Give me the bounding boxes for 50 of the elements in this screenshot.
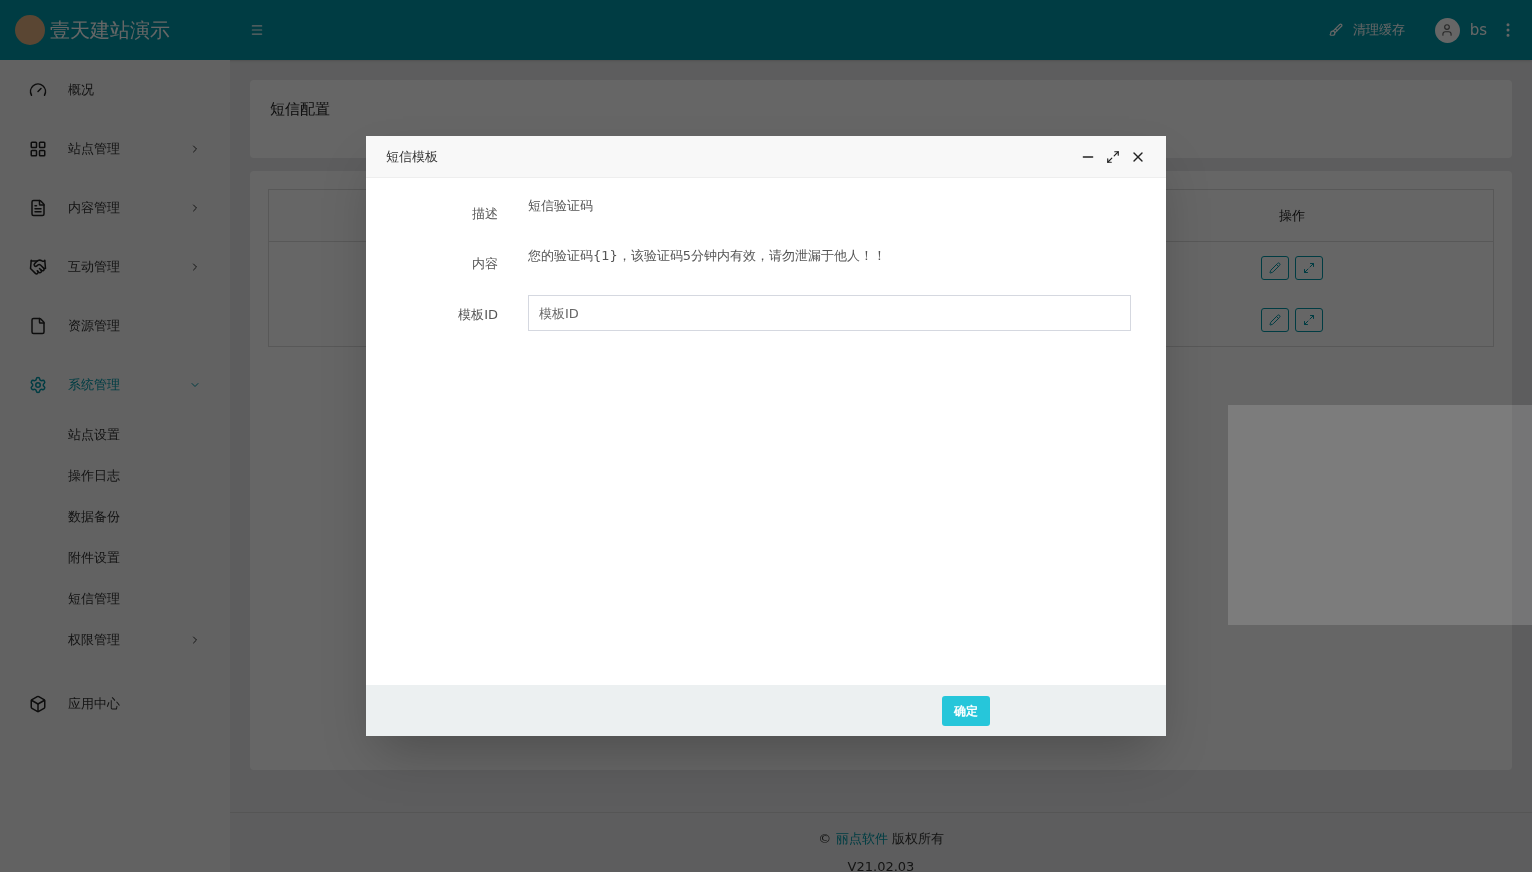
user-avatar[interactable]	[1434, 17, 1460, 43]
template-id-field[interactable]: 模板ID	[528, 295, 1131, 331]
sidebar-item[interactable]: 概况	[0, 60, 230, 119]
user-name[interactable]: bs	[1469, 18, 1487, 42]
sidebar-item[interactable]: 站点管理	[0, 119, 230, 178]
menu-item-icon	[29, 198, 47, 217]
menu-item-icon	[29, 316, 47, 335]
sidebar-item[interactable]: 内容管理	[0, 178, 230, 237]
maximize-icon[interactable]	[1106, 149, 1120, 164]
menu-item-icon	[29, 80, 47, 99]
sidebar-item[interactable]: 系统管理	[0, 355, 230, 414]
menu-icon[interactable]	[250, 23, 264, 37]
submenu-item[interactable]: 短信管理	[0, 578, 230, 619]
expand-arrows-icon	[1303, 314, 1315, 326]
sidebar-item[interactable]: 资源管理	[0, 296, 230, 355]
column-header: 操作	[1278, 206, 1306, 225]
field-value: 短信验证码	[528, 197, 593, 215]
copyright-text: © 丽点软件 版权所有	[818, 830, 944, 848]
edit-button[interactable]	[1261, 256, 1289, 280]
clear-cache-button[interactable]: 清理缓存	[1328, 20, 1405, 40]
submenu-item[interactable]: 数据备份	[0, 496, 230, 537]
fullscreen-button[interactable]	[1295, 308, 1323, 332]
submenu-item[interactable]: 操作日志	[0, 455, 230, 496]
edit-button[interactable]	[1261, 308, 1289, 332]
menu-item-icon	[29, 375, 47, 394]
menu-item-icon	[29, 139, 47, 158]
fullscreen-button[interactable]	[1295, 256, 1323, 280]
page-title: 短信配置	[270, 100, 330, 118]
field-label: 内容	[471, 254, 498, 273]
pencil-icon	[1269, 314, 1281, 326]
sidebar-item[interactable]: 互动管理	[0, 237, 230, 296]
expand-arrows-icon	[1303, 262, 1315, 274]
submenu-item[interactable]: 站点设置	[0, 414, 230, 455]
confirm-button[interactable]: 确定	[942, 695, 990, 726]
user-icon	[1440, 23, 1455, 37]
field-label: 模板ID	[457, 306, 498, 324]
version-text: V21.02.03	[847, 857, 915, 872]
menu-item-icon	[29, 694, 47, 713]
pencil-icon	[1269, 262, 1281, 274]
submenu-item[interactable]: 权限管理	[0, 619, 230, 660]
dialog-title: 短信模板	[386, 147, 439, 166]
sidebar-item[interactable]: 应用中心	[0, 674, 230, 733]
field-value: 您的验证码{1}，该验证码5分钟内有效，请勿泄漏于他人！！	[528, 246, 887, 265]
avatar-logo	[15, 15, 45, 45]
brush-icon	[1328, 23, 1343, 37]
field-label: 描述	[471, 205, 498, 223]
brand-title: 壹天建站演示	[50, 17, 171, 44]
menu-item-icon	[29, 257, 47, 276]
submenu-item[interactable]: 附件设置	[0, 537, 230, 578]
company-link[interactable]: 丽点软件	[835, 831, 888, 846]
